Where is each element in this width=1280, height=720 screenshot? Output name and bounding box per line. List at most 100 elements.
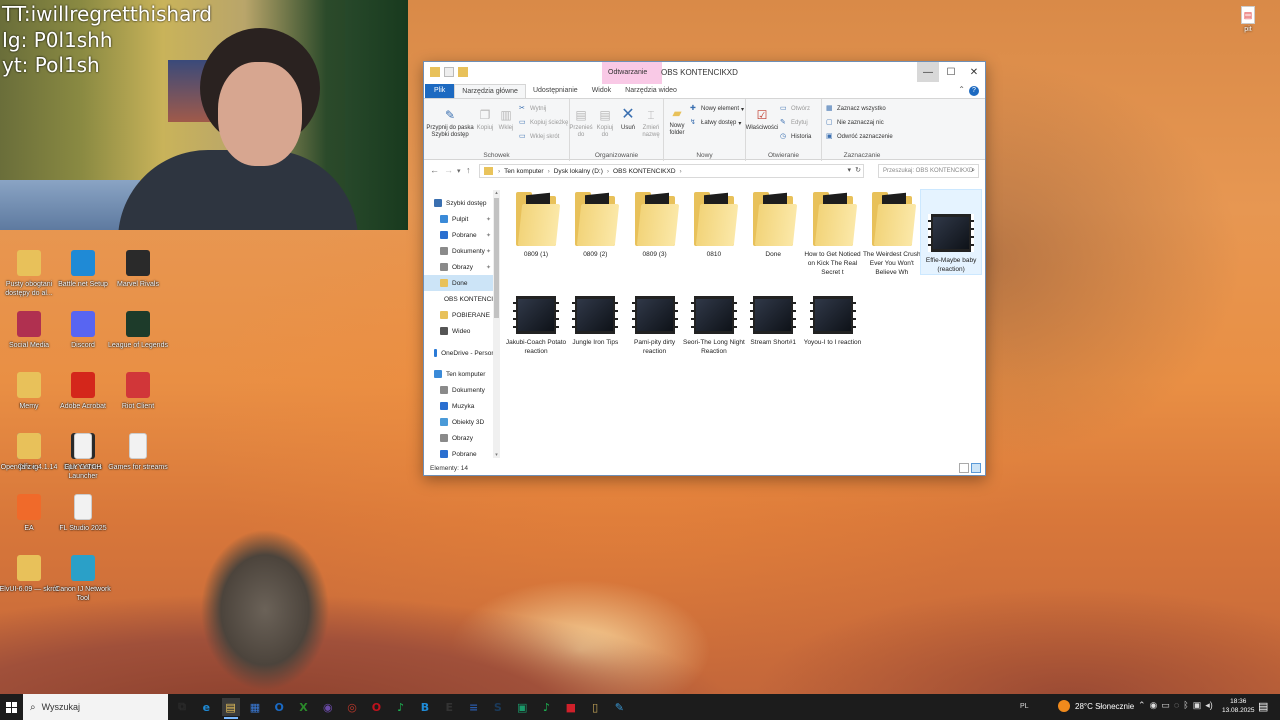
language-indicator[interactable]: PL (1020, 703, 1029, 710)
notification-center-icon[interactable]: ▤ (1258, 700, 1268, 713)
folder-item[interactable]: How to Get Noticed on Kick The Real Secr… (803, 190, 863, 277)
desktop-icon-pit[interactable]: ▤ pit (1232, 6, 1264, 33)
folder-item[interactable]: Done (743, 190, 803, 259)
nav-item[interactable]: OneDrive - Personal (424, 345, 500, 361)
task-view-icon[interactable]: ⧉ (173, 698, 191, 716)
file-explorer-window[interactable]: Odtwarzanie OBS KONTENCIKXD — ☐ ✕ Plik N… (423, 61, 986, 476)
up-arrow-icon[interactable]: ↑ (466, 165, 471, 175)
spotify-icon[interactable]: ♪ (538, 698, 556, 716)
video-file-item[interactable]: Effie-Maybe baby (reaction) (920, 189, 983, 275)
nav-item[interactable]: Dokumenty ✦ (424, 243, 500, 259)
desktop-icon[interactable]: Memy (0, 372, 58, 411)
file-explorer-icon[interactable]: ▤ (221, 698, 240, 719)
volume-icon[interactable]: ◂) (1205, 700, 1213, 711)
network-icon[interactable]: ◌ (1174, 700, 1179, 711)
xbox-app-icon[interactable]: ▣ (513, 698, 531, 716)
desktop-icon[interactable]: Discord (54, 311, 112, 350)
opera-icon[interactable]: O (367, 698, 385, 716)
tab-view[interactable]: Widok (585, 84, 618, 98)
breadcrumb-separator-icon[interactable]: › (607, 168, 609, 175)
nav-item[interactable]: Pobrane (424, 446, 500, 458)
store-icon[interactable]: ▦ (246, 698, 264, 716)
forward-arrow-icon[interactable]: → (444, 165, 453, 175)
bluetooth-icon[interactable]: ᛒ (1183, 700, 1188, 711)
weather-widget[interactable]: 28°C Słonecznie (1058, 700, 1134, 712)
battery-icon[interactable]: ▭ (1161, 700, 1170, 711)
nav-item[interactable]: Ten komputer (424, 366, 500, 382)
desktop-icon[interactable]: EA (0, 494, 58, 533)
recent-chevron-icon[interactable]: ▾ (457, 167, 461, 175)
title-bar[interactable]: Odtwarzanie OBS KONTENCIKXD — ☐ ✕ (424, 62, 985, 84)
ribbon-collapse-icon[interactable]: ⌃ (958, 85, 965, 94)
move-to-button[interactable]: ▤ Przenieś do (569, 107, 592, 139)
desktop-icon[interactable]: Social Media (0, 311, 58, 350)
folder-item[interactable]: 0809 (2) (565, 190, 625, 259)
desktop-icon[interactable]: Adobe Acrobat (54, 372, 112, 411)
chrome-icon[interactable]: ◎ (343, 698, 361, 716)
nav-item[interactable]: Dokumenty (424, 382, 500, 398)
steam-icon[interactable]: S (489, 698, 507, 716)
copy-button[interactable]: ❐ Kopiuj (474, 107, 496, 132)
desktop-icon[interactable]: Marvel Rivals (109, 250, 167, 289)
new-folder-button[interactable]: ▰ Nowy folder (666, 105, 688, 137)
clock[interactable]: 18:36 13.08.2025 (1222, 697, 1255, 715)
display-icon[interactable]: ▣ (1193, 700, 1202, 711)
desktop-icon[interactable]: Riot Client (109, 372, 167, 411)
nav-item[interactable]: POBIERANE (424, 307, 500, 323)
battlenet-icon[interactable]: B (416, 698, 434, 716)
nav-item[interactable]: Pulpit ✦ (424, 211, 500, 227)
edit-button[interactable]: ✎ Edytuj (780, 119, 808, 127)
chevron-up-icon[interactable]: ⌃ (1138, 700, 1146, 711)
rename-button[interactable]: ⌶ Zmień nazwę (640, 107, 662, 139)
desktop-icon[interactable]: Games for streams (108, 433, 168, 472)
taskbar-search[interactable]: ⌕ Wyszukaj (23, 694, 168, 720)
epic-games-icon[interactable]: E (440, 698, 458, 716)
select-none-button[interactable]: ▢ Nie zaznaczaj nic (826, 119, 884, 127)
tab-file[interactable]: Plik (425, 84, 455, 98)
obs-tray-icon[interactable]: ◉ (1150, 700, 1158, 711)
address-bar[interactable]: › Ten komputer › Dysk lokalny (D:) › OBS… (479, 164, 864, 178)
nav-item[interactable]: Obiekty 3D (424, 414, 500, 430)
chevron-down-icon[interactable]: ▾ (847, 166, 851, 174)
desktop-icon[interactable]: Canon IJ Network Tool (54, 555, 112, 603)
breadcrumb-separator-icon[interactable]: › (680, 168, 682, 175)
nav-item[interactable]: Done (424, 275, 500, 291)
nav-item[interactable]: Obrazy (424, 430, 500, 446)
video-file-item[interactable]: Stream Short#1 (743, 294, 803, 347)
desktop-icon[interactable]: Pusty obogtani dostępy do al... (0, 250, 58, 298)
details-view-icon[interactable] (959, 463, 969, 473)
desktop-icon[interactable]: FL Studio 2025 (54, 494, 112, 533)
start-button[interactable] (0, 694, 22, 720)
history-button[interactable]: ◷ Historia (780, 133, 811, 141)
folder-item[interactable]: 0809 (1) (506, 190, 566, 259)
video-file-item[interactable]: Seori-The Long Night Reaction (683, 294, 745, 356)
pin-quick-access-button[interactable]: ✎ Przypnij do paska Szybki dostęp (426, 107, 474, 139)
video-file-item[interactable]: Jungle Iron Tips (565, 294, 625, 347)
large-icons-view-icon[interactable] (971, 463, 981, 473)
properties-button[interactable]: ☑ Właściwości (746, 107, 779, 132)
edge-icon[interactable]: e (197, 698, 215, 716)
paste-shortcut-button[interactable]: ▭ Wklej skrót (519, 133, 559, 141)
breadcrumb-separator-icon[interactable]: › (498, 168, 500, 175)
navigation-scrollbar[interactable]: ▴ ▾ (493, 190, 500, 458)
folder-item[interactable]: 0809 (3) (625, 190, 685, 259)
desktop-icon[interactable]: League of Legends (108, 311, 168, 350)
breadcrumb-drive-d[interactable]: Dysk lokalny (D:) (554, 168, 603, 175)
nav-item[interactable]: Szybki dostęp (424, 195, 500, 211)
paint-icon[interactable]: ✎ (610, 698, 628, 716)
easy-access-button[interactable]: ↯ Łatwy dostęp ▾ (690, 119, 741, 127)
notepad-icon[interactable]: ≡ (465, 698, 483, 716)
delete-button[interactable]: ✕ Usuń (618, 107, 638, 132)
nav-item[interactable]: Muzyka (424, 398, 500, 414)
breadcrumb-this-pc[interactable]: Ten komputer (504, 168, 543, 175)
breadcrumb-current-folder[interactable]: OBS KONTENCIKXD (613, 168, 675, 175)
minimize-button[interactable]: — (917, 62, 939, 82)
folder-item[interactable]: 0810 (684, 190, 744, 259)
invert-selection-button[interactable]: ▣ Odwróć zaznaczenie (826, 133, 893, 141)
nav-item[interactable]: Wideo (424, 323, 500, 339)
properties-icon[interactable] (444, 67, 454, 77)
select-all-button[interactable]: ▦ Zaznacz wszystko (826, 105, 886, 113)
refresh-icon[interactable]: ↻ (855, 166, 861, 174)
outlook-icon[interactable]: O (270, 698, 288, 716)
scroll-down-icon[interactable]: ▾ (493, 452, 500, 458)
